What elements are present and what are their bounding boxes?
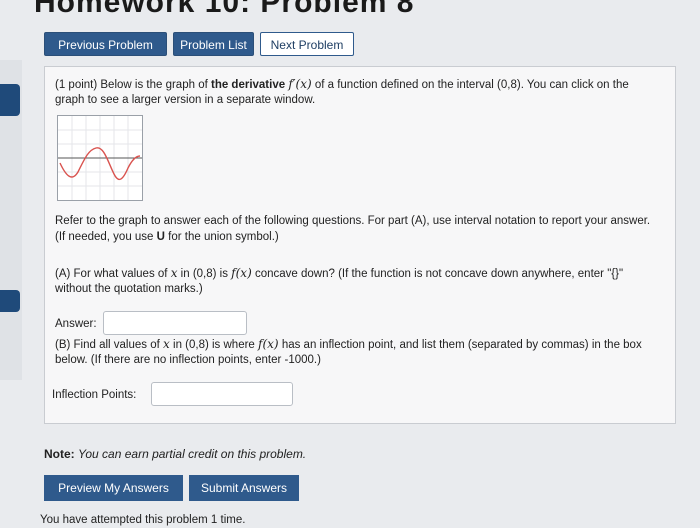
note-text: You can earn partial credit on this prob… <box>78 447 307 461</box>
part-b-question: (B) Find all values of x in (0,8) is whe… <box>55 336 642 353</box>
derivative-symbol: f′(x) <box>288 77 312 91</box>
var-x-b: x <box>163 337 170 351</box>
part-a-text-3: concave down? (If the function is not co… <box>254 268 624 280</box>
var-x: x <box>170 266 178 280</box>
part-a-text-2: in (0,8) is <box>180 268 228 280</box>
next-problem-button[interactable]: Next Problem <box>260 32 354 56</box>
submit-answers-button[interactable]: Submit Answers <box>189 475 299 501</box>
previous-problem-button[interactable]: Previous Problem <box>44 32 167 56</box>
problem-panel: (1 point) Below is the graph of the deri… <box>44 66 676 424</box>
answer-input[interactable] <box>103 311 247 335</box>
side-tab-upper[interactable] <box>0 84 20 116</box>
part-a-line2: without the quotation marks.) <box>55 283 203 295</box>
part-a-text: (A) For what values of <box>55 268 168 280</box>
inflection-label: Inflection Points: <box>52 389 137 401</box>
partial-credit-note: Note: You can earn partial credit on thi… <box>44 446 306 462</box>
preview-answers-button[interactable]: Preview My Answers <box>44 475 183 501</box>
note-label: Note: <box>44 447 75 461</box>
intro-bold: the derivative <box>210 79 286 91</box>
union-symbol: U <box>156 231 165 243</box>
part-a-question: (A) For what values of x in (0,8) is f(x… <box>55 265 623 282</box>
problem-intro: (1 point) Below is the graph of the deri… <box>55 76 629 93</box>
f-of-x: f(x) <box>231 266 252 280</box>
page-title: Homework 10: Problem 8 <box>34 0 415 19</box>
refer-line2: (If needed, you use U for the union symb… <box>55 229 279 245</box>
inflection-points-input[interactable] <box>151 382 293 406</box>
part-b-text: (B) Find all values of <box>55 339 160 351</box>
answer-label: Answer: <box>55 318 97 330</box>
part-b-text-2: in (0,8) is where <box>173 339 255 351</box>
intro-text: (1 point) Below is the graph of <box>55 79 211 91</box>
intro-text-2: of a function defined on the interval (0… <box>314 79 629 91</box>
part-b-text-3: has an inflection point, and list them (… <box>281 339 642 351</box>
derivative-graph-thumbnail[interactable] <box>57 115 143 201</box>
problem-list-button[interactable]: Problem List <box>173 32 254 56</box>
problem-intro-line2: graph to see a larger version in a separ… <box>55 94 316 106</box>
f-of-x-b: f(x) <box>258 337 279 351</box>
part-b-line2: below. (If there are no inflection point… <box>55 354 321 366</box>
refer-line1: Refer to the graph to answer each of the… <box>55 215 651 227</box>
refer-text-2: for the union symbol.) <box>164 231 279 243</box>
refer-text: (If needed, you use <box>55 231 157 243</box>
side-tab-lower[interactable] <box>0 290 20 312</box>
graph-svg <box>58 116 142 200</box>
attempt-count: You have attempted this problem 1 time. <box>40 514 246 526</box>
